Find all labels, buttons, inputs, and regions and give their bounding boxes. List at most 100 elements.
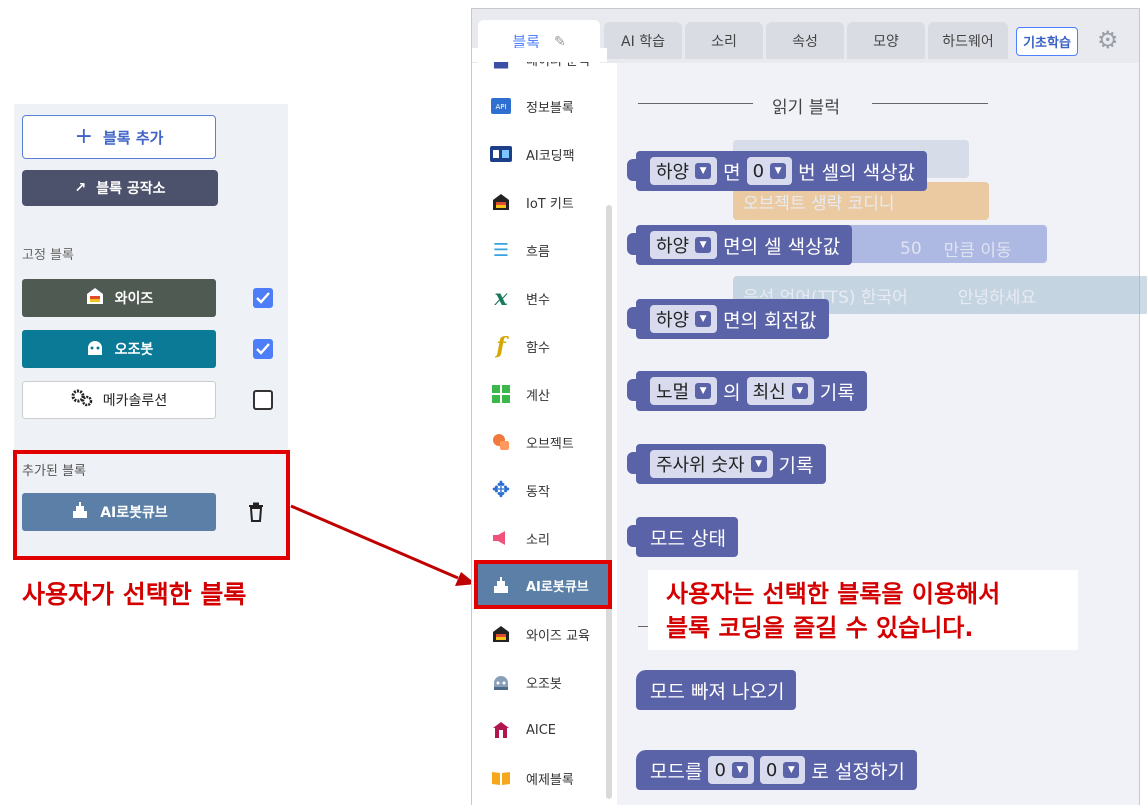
basic-learning-label: 기초학습 [1023,36,1071,51]
category-item-ai-robot-cube[interactable]: AI로봇큐브 [490,573,589,597]
block-cell-color-value[interactable]: 하양 ▼ 면 0 ▼ 번 셀의 색상값 [627,151,928,191]
gear-icon[interactable]: ⚙ [1097,28,1119,52]
category-label: 와이즈 교육 [526,628,590,644]
face-dropdown[interactable]: 하양 ▼ [650,231,718,259]
category-item-object[interactable]: 오브젝트 [490,430,574,454]
category-item-wise-education[interactable]: 와이즈 교육 [490,622,590,646]
tab-ai-learning[interactable]: AI 학습 [604,22,682,59]
category-label: 변수 [526,292,550,308]
block-text: 모드 상태 [650,527,726,550]
block-face-rotation[interactable]: 하양 ▼ 면의 회전값 [627,299,829,339]
block-text: 면의 회전값 [723,309,817,332]
category-item-example-blocks[interactable]: 예제블록 [490,766,574,790]
category-item-flow[interactable]: ☰ 흐름 [490,238,550,262]
calculator-icon [490,383,512,405]
block-text: 모드를 [650,760,703,783]
aice-icon [490,719,512,741]
tab-shape[interactable]: 모양 [847,22,925,59]
category-label: 오브젝트 [526,436,574,452]
category-label: 오조봇 [526,676,562,692]
category-item-aice[interactable]: AICE [490,718,556,742]
example-icon [490,767,512,789]
dropdown-arrow-icon: ▼ [695,237,712,253]
mode-dropdown[interactable]: 노멀 ▼ [650,377,718,405]
ghost-label: 만큼 이동 [943,241,1012,261]
dropdown-value: 하양 [656,310,690,331]
category-item-ai-coding-pack[interactable]: AI코딩팩 [490,142,575,166]
block-face-cell-colors[interactable]: 하양 ▼ 면의 셀 색상값 [627,225,853,265]
category-item-calculation[interactable]: 계산 [490,382,550,406]
block-text: 면의 셀 색상값 [723,235,841,258]
block-text: 로 설정하기 [811,760,905,783]
category-label: 동작 [526,484,550,500]
record-dropdown[interactable]: 최신 ▼ [746,377,814,405]
variable-icon: x [494,285,508,311]
dropdown-value: 주사위 숫자 [656,455,745,476]
block-notch [627,525,639,547]
dice-dropdown[interactable]: 주사위 숫자 ▼ [650,450,773,478]
category-label: 소리 [526,532,550,548]
tab-label: 소리 [711,33,737,50]
api-icon: API [490,95,512,117]
category-item-sound[interactable]: 소리 [490,526,550,550]
dropdown-value: 0 [765,759,778,781]
wise-icon [490,623,512,645]
category-label: 계산 [526,388,550,404]
dropdown-value: 최신 [752,382,786,403]
block-exit-mode[interactable]: 모드 빠져 나오기 [636,670,797,710]
category-item-iot-kit[interactable]: IoT 키트 [490,190,574,214]
dropdown-value: 하양 [656,236,690,257]
robot-cube-icon [490,574,512,596]
function-icon: f [496,333,506,359]
block-latest-record[interactable]: 노멀 ▼ 의 최신 ▼ 기록 [627,371,867,411]
svg-text:API: API [495,103,506,111]
block-notch [627,159,639,181]
explanation-callout-text: 사용자는 선택한 블록을 이용해서 블록 코딩을 즐길 수 있습니다. [666,577,1000,645]
block-mode-status[interactable]: 모드 상태 [627,517,738,557]
object-icon [490,431,512,453]
iot-kit-icon [490,191,512,213]
category-label: AI로봇큐브 [526,579,589,595]
tab-underlap [472,48,607,62]
move-icon: ✥ [491,477,511,503]
block-text: 면 [723,161,741,184]
dropdown-value: 하양 [656,162,690,183]
block-notch [627,307,639,329]
section-divider [638,103,753,104]
category-label: AI코딩팩 [526,148,575,164]
category-item-ozobot[interactable]: 오조봇 [490,670,562,694]
category-label: 예제블록 [526,772,574,788]
sound-icon [490,527,512,549]
basic-learning-button[interactable]: 기초학습 [1016,27,1078,56]
tab-properties[interactable]: 속성 [766,22,844,59]
block-dice-record[interactable]: 주사위 숫자 ▼ 기록 [627,444,826,484]
block-notch [627,379,639,401]
category-item-variable[interactable]: x 변수 [490,285,550,311]
section-header: 읽기 블럭 [772,98,840,118]
block-text: 번 셀의 색상값 [798,161,916,184]
category-item-motion[interactable]: ✥ 동작 [490,477,550,503]
block-set-mode[interactable]: 모드를 0 ▼ 0 ▼ 로 설정하기 [636,750,917,790]
block-notch [627,233,639,255]
face-dropdown[interactable]: 하양 ▼ [650,305,718,333]
category-scrollbar[interactable] [606,205,612,799]
callout-line: 사용자는 선택한 블록을 이용해서 [666,580,1001,608]
category-label: AICE [526,722,557,738]
block-text: 기록 [778,454,814,477]
ghost-value: 50 [900,238,922,259]
tab-label: AI 학습 [621,33,665,50]
cell-dropdown[interactable]: 0 ▼ [746,157,793,185]
dropdown-arrow-icon: ▼ [770,163,787,179]
mode-value-dropdown[interactable]: 0 ▼ [759,756,806,784]
dropdown-arrow-icon: ▼ [750,456,767,472]
dropdown-value: 0 [752,160,765,182]
category-item-info-blocks[interactable]: API 정보블록 [490,94,574,118]
tab-hardware[interactable]: 하드웨어 [928,22,1008,59]
tab-sound[interactable]: 소리 [685,22,763,59]
ai-coding-pack-icon [490,143,512,165]
mode-value-dropdown[interactable]: 0 ▼ [708,756,754,784]
category-item-function[interactable]: f 함수 [490,333,550,359]
dropdown-value: 0 [714,759,726,781]
ghost-text: 50 만큼 이동 [890,236,1012,262]
face-dropdown[interactable]: 하양 ▼ [650,157,718,185]
